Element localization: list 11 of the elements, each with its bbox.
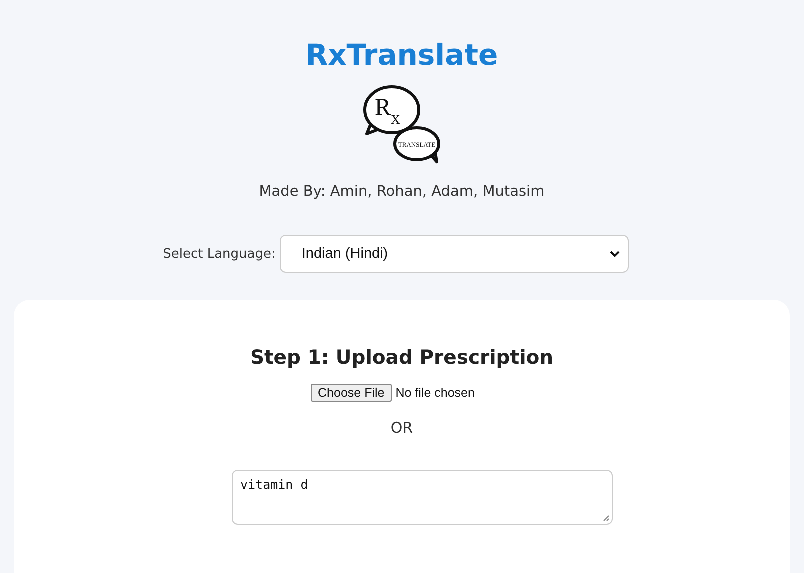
- prescription-text-field[interactable]: vitamin d: [232, 470, 612, 525]
- credits-text: Made By: Amin, Rohan, Adam, Mutasim: [259, 183, 545, 202]
- step-heading: Step 1: Upload Prescription: [250, 345, 554, 371]
- language-label: Select Language:: [163, 246, 276, 262]
- app-title: RxTranslate: [306, 37, 498, 74]
- chevron-down-icon: [610, 250, 620, 258]
- choose-file-button[interactable]: Choose File: [311, 384, 392, 402]
- file-status-text: No file chosen: [396, 386, 475, 400]
- or-separator: OR: [390, 419, 414, 437]
- resize-grip-icon: [602, 515, 610, 522]
- language-select[interactable]: Indian (Hindi): [280, 235, 629, 273]
